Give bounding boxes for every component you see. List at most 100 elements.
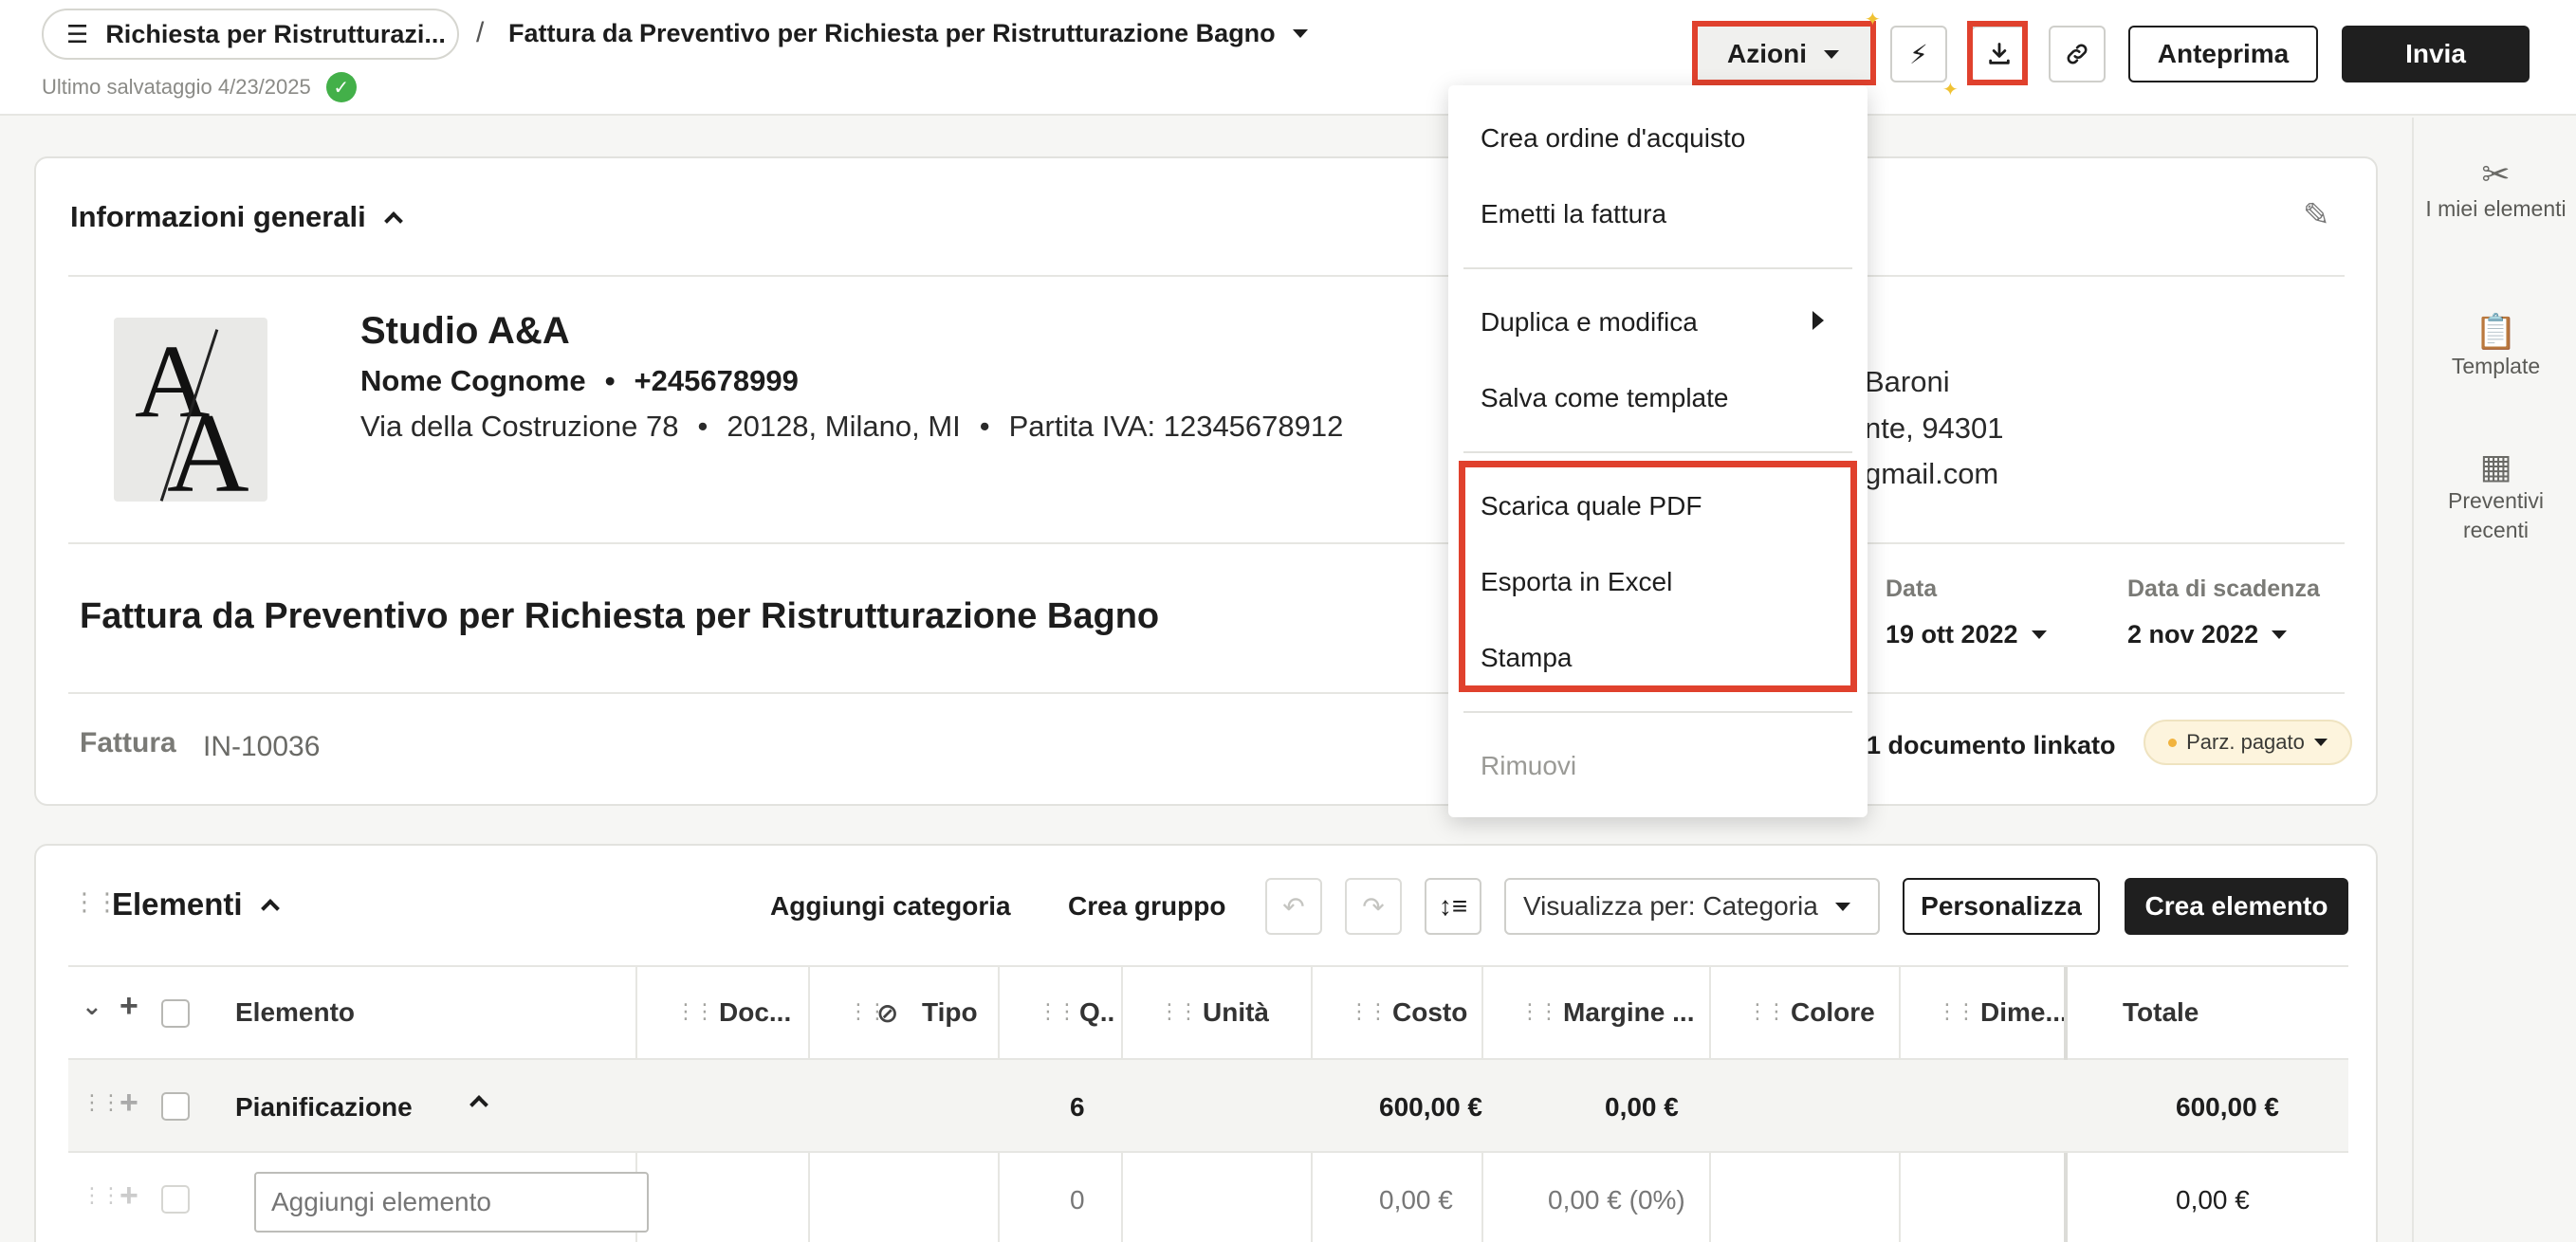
column-header-cost[interactable]: Costo [1392, 997, 1467, 1028]
rail-item-label: Preventivi recenti [2448, 488, 2544, 542]
rail-item-recent-estimates[interactable]: ▦ Preventivi recenti [2414, 449, 2576, 545]
column-header-dimensions[interactable]: Dime... [1980, 997, 2068, 1028]
right-sidebar: ✂ I miei elementi 📋 Template ▦ Preventiv… [2412, 118, 2576, 1242]
select-all-checkbox[interactable] [161, 999, 190, 1028]
menu-item-save-template[interactable]: Salva come template [1481, 383, 1728, 413]
menu-item-duplicate-edit[interactable]: Duplica e modifica [1481, 307, 1698, 338]
add-row-icon[interactable]: + [120, 988, 138, 1025]
create-group-button[interactable]: Crea gruppo [1068, 891, 1225, 922]
drag-handle-icon[interactable]: ⋮⋮ [1747, 999, 1787, 1024]
drag-handle-icon[interactable]: ⋮⋮ [1937, 999, 1977, 1024]
redo-icon: ↷ [1362, 891, 1385, 922]
caret-right-icon [1812, 311, 1824, 330]
view-by-select[interactable]: Visualizza per: Categoria [1504, 878, 1880, 935]
status-dot-icon [2168, 738, 2178, 747]
status-badge-label: Parz. pagato [2186, 730, 2305, 754]
undo-button[interactable]: ↶ [1265, 878, 1322, 935]
drag-handle-icon[interactable]: ⋮⋮ [1159, 999, 1199, 1024]
invoice-title: Fattura da Preventivo per Richiesta per … [80, 596, 1160, 636]
vat-number: Partita IVA: 12345678912 [1008, 410, 1344, 443]
chevron-up-icon[interactable] [469, 1095, 488, 1114]
drag-handle-icon[interactable]: ⋮⋮ [675, 999, 715, 1024]
edit-pencil-icon[interactable]: ✎ [2303, 196, 2330, 234]
column-header-unit[interactable]: Unità [1203, 997, 1269, 1028]
date-picker[interactable]: 19 ott 2022 [1886, 620, 2047, 649]
redo-button[interactable]: ↷ [1345, 878, 1402, 935]
sparkle-icon: ✦ [1942, 80, 1959, 100]
sparkle-icon: ✦ [1865, 9, 1881, 30]
rail-item-label: I miei elementi [2425, 196, 2567, 221]
company-address: Via della Costruzione 78 • 20128, Milano, … [360, 410, 1344, 443]
add-category-button[interactable]: Aggiungi categoria [770, 891, 1011, 922]
section-title: Informazioni generali [70, 200, 366, 233]
add-row-icon[interactable]: + [120, 1178, 138, 1215]
automation-button[interactable]: ⚡ [1890, 26, 1947, 82]
due-date-picker[interactable]: 2 nov 2022 [2127, 620, 2288, 649]
menu-icon: ☰ [66, 19, 89, 48]
contact-name: Nome Cognome [360, 364, 586, 397]
client-address: nte, 94301 [1865, 411, 2004, 445]
due-date-label: Data di scadenza [2127, 575, 2320, 602]
row-cost: 0,00 € [1379, 1185, 1453, 1215]
elements-title: Elementi [112, 886, 243, 922]
caret-down-icon [2272, 630, 2288, 639]
project-breadcrumb-label: Richiesta per Ristrutturazi... [105, 19, 446, 48]
column-header-doc[interactable]: Doc... [719, 997, 791, 1028]
drag-handle-icon[interactable]: ⋮⋮ [1519, 999, 1559, 1024]
send-button[interactable]: Invia [2342, 26, 2530, 82]
drag-handle-icon[interactable]: ⋮⋮ [1038, 999, 1077, 1024]
link-icon [2067, 44, 2088, 64]
company-logo: A A [114, 318, 267, 502]
drag-handle-icon[interactable]: ⋮⋮ [1349, 999, 1389, 1024]
contact-phone: +245678999 [634, 364, 799, 397]
group-margin: 0,00 € [1605, 1092, 1679, 1122]
drag-handle-icon[interactable]: ⋮⋮ [82, 1183, 121, 1208]
column-header-element[interactable]: Elemento [235, 997, 355, 1028]
menu-divider [1463, 711, 1852, 713]
menu-item-issue-invoice[interactable]: Emetti la fattura [1481, 199, 1666, 229]
project-breadcrumb-button[interactable]: ☰ Richiesta per Ristrutturazi... [42, 9, 459, 60]
group-qty: 6 [1070, 1092, 1085, 1122]
elements-toggle[interactable]: Elementi [112, 886, 280, 922]
divider [68, 692, 2345, 694]
actions-menu: Crea ordine d'acquisto Emetti la fattura… [1448, 85, 1868, 817]
rail-item-label: Template [2451, 354, 2541, 378]
group-name: Pianificazione [235, 1092, 413, 1122]
drag-handle-icon[interactable]: ⋮⋮ [72, 887, 120, 917]
drag-handle-icon[interactable]: ⋮⋮ [82, 1090, 121, 1115]
customize-button[interactable]: Personalizza [1903, 878, 2100, 935]
preview-button[interactable]: Anteprima [2128, 26, 2318, 82]
collapse-all-icon[interactable]: ⌄ [82, 992, 102, 1021]
menu-divider [1463, 451, 1852, 453]
add-row-icon[interactable]: + [120, 1085, 138, 1122]
group-total: 600,00 € [2176, 1092, 2279, 1122]
menu-highlight-box [1459, 461, 1857, 692]
rail-item-templates[interactable]: 📋 Template [2414, 315, 2576, 381]
company-contact: Nome Cognome • +245678999 [360, 364, 799, 397]
document-title-dropdown[interactable]: Fattura da Preventivo per Richiesta per … [508, 19, 1308, 48]
rail-item-my-elements[interactable]: ✂ I miei elementi [2414, 157, 2576, 224]
table-row: ⋮⋮ + 0 0,00 € 0,00 € (0%) 0,00 € [68, 1153, 2348, 1242]
hidden-eye-icon: ⊘ [876, 998, 899, 1028]
status-badge[interactable]: Parz. pagato [2144, 720, 2352, 765]
row-checkbox[interactable] [161, 1092, 190, 1121]
client-email: gmail.com [1865, 457, 1999, 490]
row-checkbox[interactable] [161, 1185, 190, 1214]
column-header-margin[interactable]: Margine ... [1563, 997, 1694, 1028]
column-header-color[interactable]: Colore [1791, 997, 1875, 1028]
group-cost: 600,00 € [1379, 1092, 1482, 1122]
add-element-input[interactable] [254, 1172, 649, 1233]
column-header-type[interactable]: Tipo [922, 997, 978, 1028]
column-header-qty[interactable]: Q.. [1079, 997, 1114, 1028]
linked-documents-link[interactable]: 1 documento linkato [1867, 731, 2116, 760]
table-header: ⌄ + Elemento ⋮⋮ Doc... ⋮⋮ ⊘ Tipo ⋮⋮ Q.. … [68, 965, 2348, 1242]
general-info-toggle[interactable]: Informazioni generali [70, 200, 403, 234]
column-header-total[interactable]: Totale [2123, 997, 2199, 1028]
create-element-button[interactable]: Crea elemento [2125, 878, 2348, 935]
table-row[interactable]: ⋮⋮ + Pianificazione 6 600,00 € 0,00 € 60… [68, 1060, 2348, 1153]
share-link-button[interactable] [2049, 26, 2106, 82]
menu-divider [1463, 267, 1852, 269]
caret-down-icon [2313, 739, 2328, 746]
menu-item-create-purchase-order[interactable]: Crea ordine d'acquisto [1481, 123, 1745, 154]
row-height-button[interactable]: ↕≡ [1425, 878, 1481, 935]
